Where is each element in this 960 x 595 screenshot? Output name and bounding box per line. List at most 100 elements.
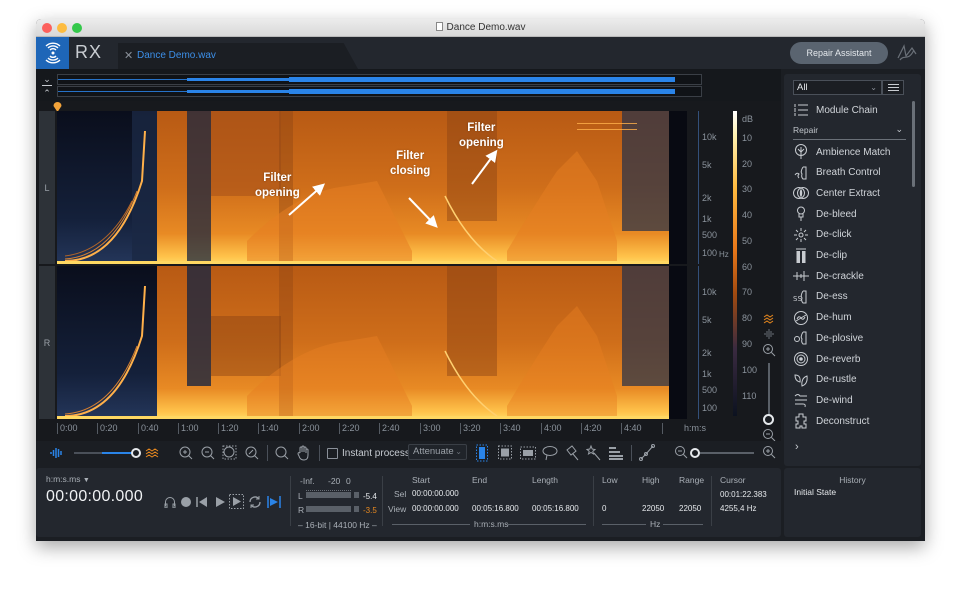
repair-category-header[interactable]: Repair ⌄ [793, 124, 906, 140]
waveform-view-icon[interactable] [50, 444, 64, 462]
zoom-in-icon[interactable] [178, 444, 194, 462]
module-item-de-click[interactable]: De-click [792, 225, 910, 245]
channel-label-right[interactable]: R [39, 266, 55, 419]
module-list-scrollbar[interactable] [912, 101, 915, 187]
waveform-settings-icon[interactable] [763, 329, 775, 339]
brush-tool-icon[interactable] [564, 444, 580, 462]
db-tick: 80 [742, 313, 753, 323]
level-meter-right [306, 506, 351, 512]
magnify-tool-icon[interactable] [274, 444, 290, 462]
headphones-icon[interactable] [164, 496, 176, 508]
module-chain-button[interactable]: Module Chain [792, 100, 910, 120]
module-list-menu-button[interactable] [882, 80, 904, 95]
freq-range-value[interactable]: 22050 [679, 504, 701, 513]
overview-waveform-right[interactable] [57, 86, 702, 97]
selection-start-header: Start [412, 475, 430, 485]
history-item[interactable]: Initial State [794, 487, 836, 497]
view-start-value[interactable]: 00:00:00.000 [412, 504, 459, 513]
file-tab[interactable]: ✕ Dance Demo.wav [118, 43, 358, 69]
loop-button[interactable] [248, 495, 262, 509]
time-frequency-selection-tool-icon[interactable] [498, 444, 512, 462]
freq-low-value[interactable]: 0 [602, 504, 606, 513]
repair-assistant-button[interactable]: Repair Assistant [790, 42, 888, 64]
module-item-de-ess[interactable]: SS De-ess [792, 287, 910, 307]
gain-envelope-tool-icon[interactable] [639, 444, 655, 462]
time-format-select[interactable]: h:m:s.ms ▼ [46, 474, 90, 484]
spectrogram-view-icon[interactable] [145, 444, 159, 462]
vertical-zoom-handle[interactable] [763, 414, 774, 425]
view-end-value[interactable]: 00:05:16.800 [472, 504, 519, 513]
spectrogram-blend-slider[interactable] [74, 452, 134, 454]
de-rustle-icon [792, 372, 810, 388]
module-item-deconstruct[interactable]: Deconstruct [792, 411, 910, 431]
document-icon [435, 22, 443, 31]
lasso-tool-icon[interactable] [542, 444, 558, 462]
spectrogram-view[interactable]: L R Filter opening Filter closing Filter… [36, 101, 781, 442]
play-selection-button[interactable] [229, 494, 244, 509]
info-bar: h:m:s.ms ▼ 00:00:00.000 -Inf. -20 0 L -5… [36, 468, 781, 537]
module-item-de-clip[interactable]: De-clip [792, 246, 910, 266]
db-tick: 40 [742, 210, 753, 220]
freq-tick: 500 [702, 385, 718, 395]
collapse-expand-toggle[interactable]: ⌄ ⌃ [42, 75, 52, 98]
skip-to-start-button[interactable] [196, 496, 208, 508]
spectrogram-right-channel[interactable] [57, 266, 687, 419]
zoom-out-horizontal-icon[interactable] [674, 444, 688, 462]
follow-playhead-button[interactable] [267, 495, 281, 509]
freq-high-value[interactable]: 22050 [642, 504, 664, 513]
chevron-down-icon: ⌄ [870, 83, 877, 92]
freq-tick: 5k [702, 160, 712, 170]
vertical-zoom-slider[interactable] [768, 363, 770, 415]
time-format-value: h:m:s.ms [46, 474, 81, 484]
module-item-de-hum[interactable]: De-hum [792, 308, 910, 328]
magic-wand-tool-icon[interactable] [586, 444, 602, 462]
waveform-overview[interactable]: ⌄ ⌃ [36, 69, 781, 101]
spectrogram-left-channel[interactable]: Filter opening Filter closing Filter openin… [57, 111, 687, 264]
divider [602, 524, 646, 525]
cursor-time-value: 00:01:22.383 [720, 490, 767, 499]
zoom-selection-icon[interactable] [222, 444, 238, 462]
frequency-selection-tool-icon[interactable] [520, 444, 536, 462]
module-item-de-plosive[interactable]: De-plosive [792, 328, 910, 348]
zoom-out-icon[interactable] [200, 444, 216, 462]
overview-waveform-left[interactable] [57, 74, 702, 85]
module-item-de-reverb[interactable]: De-reverb [792, 349, 910, 369]
module-chain-icon [792, 102, 810, 118]
instant-process-mode-select[interactable]: Attenuate ⌄ [408, 444, 467, 460]
divider [663, 524, 703, 525]
zoom-out-vertical-icon[interactable] [762, 428, 776, 442]
horizontal-zoom-slider[interactable] [694, 452, 754, 454]
module-item-center-extract[interactable]: Center Extract [792, 183, 910, 203]
horizontal-zoom-handle[interactable] [690, 448, 700, 458]
instant-process-label[interactable]: Instant process [342, 444, 410, 462]
module-item-breath-control[interactable]: Breath Control [792, 163, 910, 183]
instant-process-check[interactable] [327, 447, 338, 459]
more-modules-chevron-icon[interactable]: › [795, 441, 799, 453]
module-item-de-rustle[interactable]: De-rustle [792, 370, 910, 390]
module-filter-select[interactable]: All ⌄ [793, 80, 882, 95]
close-tab-icon[interactable]: ✕ [124, 49, 133, 62]
divider [508, 524, 586, 525]
hand-tool-icon[interactable] [296, 444, 312, 462]
module-item-de-bleed[interactable]: De-bleed [792, 204, 910, 224]
spectrogram-blend-handle[interactable] [131, 448, 141, 458]
time-tick: 0:40 [138, 423, 159, 434]
record-button[interactable] [181, 497, 191, 507]
module-item-de-crackle[interactable]: De-crackle [792, 266, 910, 286]
separator [267, 445, 268, 461]
zoom-in-vertical-icon[interactable] [762, 343, 776, 357]
instant-process-checkbox[interactable] [327, 444, 338, 462]
module-label: De-reverb [816, 353, 861, 365]
cursor-freq-value: 4255,4 Hz [720, 504, 757, 513]
time-selection-tool-icon[interactable] [476, 444, 488, 462]
sel-start-value[interactable]: 00:00:00.000 [412, 489, 459, 498]
zoom-in-horizontal-icon[interactable] [762, 444, 776, 462]
view-length-value[interactable]: 00:05:16.800 [532, 504, 579, 513]
module-item-ambience-match[interactable]: Ambience Match [792, 142, 910, 162]
zoom-fit-icon[interactable] [244, 444, 260, 462]
spectrogram-settings-icon[interactable] [763, 314, 775, 324]
module-item-de-wind[interactable]: De-wind [792, 390, 910, 410]
channel-label-left[interactable]: L [39, 111, 55, 264]
harmonic-selection-icon[interactable] [608, 444, 624, 462]
play-button[interactable] [214, 496, 226, 508]
